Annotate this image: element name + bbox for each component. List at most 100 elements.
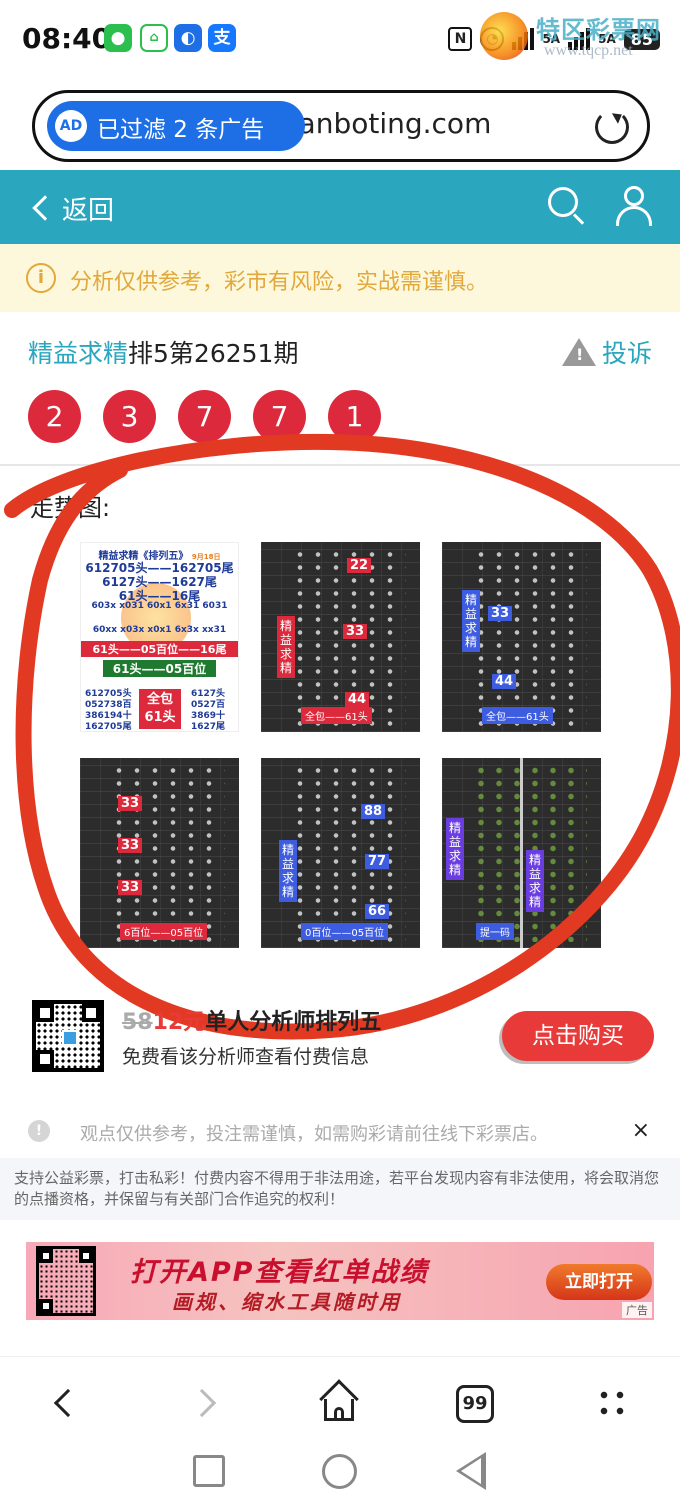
divider — [0, 464, 680, 466]
number-ball: 7 — [253, 390, 306, 443]
split-line — [520, 758, 523, 948]
side-tag: 精益求精 — [446, 818, 464, 880]
back-button-system[interactable] — [456, 1452, 486, 1490]
number-ball: 3 — [103, 390, 156, 443]
warning-icon: ! — [561, 338, 596, 366]
close-icon[interactable]: × — [632, 1118, 650, 1143]
banner-title: 打开APP查看红单战绩 — [130, 1257, 429, 1288]
trend-image-3[interactable]: 精益求精 33 44 全包——61头 — [442, 542, 601, 732]
number-tag: 44 — [492, 674, 517, 689]
sale-price: 12元 — [152, 1010, 206, 1035]
user-icon[interactable] — [614, 186, 654, 226]
complain-label: 投诉 — [601, 339, 652, 368]
watermark-url: www.tqcp.net — [544, 42, 633, 59]
caption-tag: 全包——61头 — [482, 707, 553, 724]
side-tag: 精益求精 — [277, 616, 295, 678]
status-bar: 08:40 ● ⌂ ◐ 支 N ◔ 5A 5A 85 特区彩票网 www.tqc… — [0, 0, 680, 80]
number-tag: 33 — [118, 880, 143, 895]
trend-image-6[interactable]: 精益求精 精益求精 提一码 — [442, 758, 601, 948]
flyer-left-column: 612705头 052738百 386194十 162705尾 — [85, 689, 132, 732]
number-ball: 1 — [328, 390, 381, 443]
side-tag: 精益求精 — [526, 850, 544, 912]
page-title: 精益求精排5第26251期 — [28, 334, 298, 370]
number-tag: 66 — [365, 904, 390, 919]
address-bar[interactable]: dianboting.com AD 已过滤 2 条广告 — [32, 90, 650, 162]
trend-image-2[interactable]: 精益求精 22 33 44 全包——61头 — [261, 542, 420, 732]
legal-notice: 支持公益彩票，打击私彩！付费内容不得用于非法用途，若平台发现内容有非法使用，将会… — [0, 1158, 680, 1220]
side-tag: 精益求精 — [279, 840, 297, 902]
alipay-icon: 支 — [208, 24, 236, 52]
app-banner-ad[interactable]: 打开APP查看红单战绩 画规、缩水工具随时用 立即打开 广告 — [26, 1242, 654, 1320]
promo-title: 5812元单人分析师排列五 — [122, 1004, 381, 1036]
watermark-title: 特区彩票网 — [536, 16, 661, 44]
chevron-left-icon — [32, 195, 58, 221]
url-text[interactable]: dianboting.com — [273, 107, 491, 140]
home-icon[interactable] — [318, 1379, 360, 1423]
info-icon: i — [26, 263, 56, 293]
number-tag: 33 — [488, 606, 513, 621]
ad-label: 广告 — [622, 1302, 652, 1318]
info-icon: ! — [28, 1120, 50, 1142]
recents-button[interactable] — [193, 1455, 225, 1487]
back-button[interactable]: 返回 — [28, 188, 114, 228]
number-ball: 2 — [28, 390, 81, 443]
flyer-right-column: 6127头 0527百 3869十 1627尾 — [191, 689, 226, 732]
trend-image-5[interactable]: 精益求精 88 77 66 0百位——05百位 — [261, 758, 420, 948]
notice-text: 分析仅供参考，彩市有风险，实战需谨慎。 — [70, 270, 489, 295]
clock: 08:40 — [22, 22, 112, 55]
caption-tag: 全包——61头 — [301, 707, 372, 724]
author-name[interactable]: 精益求精 — [28, 339, 128, 368]
buy-button[interactable]: 点击购买 — [502, 1011, 654, 1061]
home-icon: ⌂ — [140, 24, 168, 52]
flyer-box: 全包 61头 — [139, 689, 181, 729]
caption-tag: 6百位——05百位 — [120, 923, 208, 940]
promo-label: 单人分析师排列五 — [205, 1010, 382, 1035]
home-button[interactable] — [322, 1454, 357, 1489]
flyer-red-bar: 61头——05百位——16尾 — [81, 641, 238, 657]
tabs-button[interactable]: 99 — [456, 1385, 494, 1423]
more-icon[interactable] — [596, 1387, 628, 1419]
page-header: 返回 — [0, 170, 680, 244]
promo-subtitle: 免费看该分析师查看付费信息 — [122, 1046, 370, 1068]
number-tag: 33 — [118, 838, 143, 853]
number-tag: 88 — [361, 804, 386, 819]
caption-tag: 提一码 — [476, 923, 514, 940]
risk-notice: i 分析仅供参考，彩市有风险，实战需谨慎。 — [0, 244, 680, 312]
draw-numbers: 2 3 7 7 1 — [28, 390, 381, 443]
number-tag: 22 — [347, 558, 372, 573]
forward-icon[interactable] — [187, 1388, 217, 1418]
browser-toolbar: 99 — [0, 1356, 680, 1446]
banner-qr-code — [36, 1246, 96, 1316]
open-app-button[interactable]: 立即打开 — [546, 1264, 652, 1300]
red-circle-annotation — [4, 433, 680, 1040]
trend-image-1[interactable]: 精益求精《排列五》 9月18日 612705头——162705尾 6127头——… — [80, 542, 239, 732]
nfc-icon: N — [448, 27, 473, 51]
chart-dots — [110, 764, 225, 942]
back-label: 返回 — [62, 195, 115, 226]
flyer-row: 60xx x03x x0x1 6x3x xx31 — [92, 625, 227, 635]
number-tag: 33 — [118, 796, 143, 811]
disclaimer-text: 观点仅供参考，投注需谨慎，如需购彩请前往线下彩票店。 — [80, 1124, 548, 1145]
ad-icon: AD — [55, 110, 87, 142]
wechat-icon: ● — [104, 24, 132, 52]
bulb-icon: ◐ — [174, 24, 202, 52]
number-ball: 7 — [178, 390, 231, 443]
reload-icon[interactable] — [595, 110, 629, 144]
ad-filter-label: 已过滤 2 条广告 — [97, 117, 265, 143]
watermark: 特区彩票网 www.tqcp.net — [480, 8, 670, 68]
trend-image-4[interactable]: 33 33 33 6百位——05百位 — [80, 758, 239, 948]
back-icon[interactable] — [53, 1388, 83, 1418]
trend-label: 走势图: — [30, 494, 111, 522]
banner-subtitle: 画规、缩水工具随时用 — [172, 1290, 402, 1314]
caption-tag: 0百位——05百位 — [301, 923, 389, 940]
ad-filter-badge[interactable]: AD 已过滤 2 条广告 — [47, 101, 305, 151]
search-icon[interactable] — [548, 187, 586, 225]
disclaimer-bar: ! 观点仅供参考，投注需谨慎，如需购彩请前往线下彩票店。 × — [0, 1110, 680, 1154]
complain-button[interactable]: ! 投诉 — [561, 334, 652, 370]
flyer-green-bar: 61头——05百位 — [103, 660, 216, 677]
number-tag: 77 — [365, 854, 390, 869]
side-tag: 精益求精 — [462, 590, 480, 652]
number-tag: 44 — [345, 692, 370, 707]
original-price: 58 — [122, 1010, 153, 1035]
qr-code — [32, 1000, 104, 1072]
